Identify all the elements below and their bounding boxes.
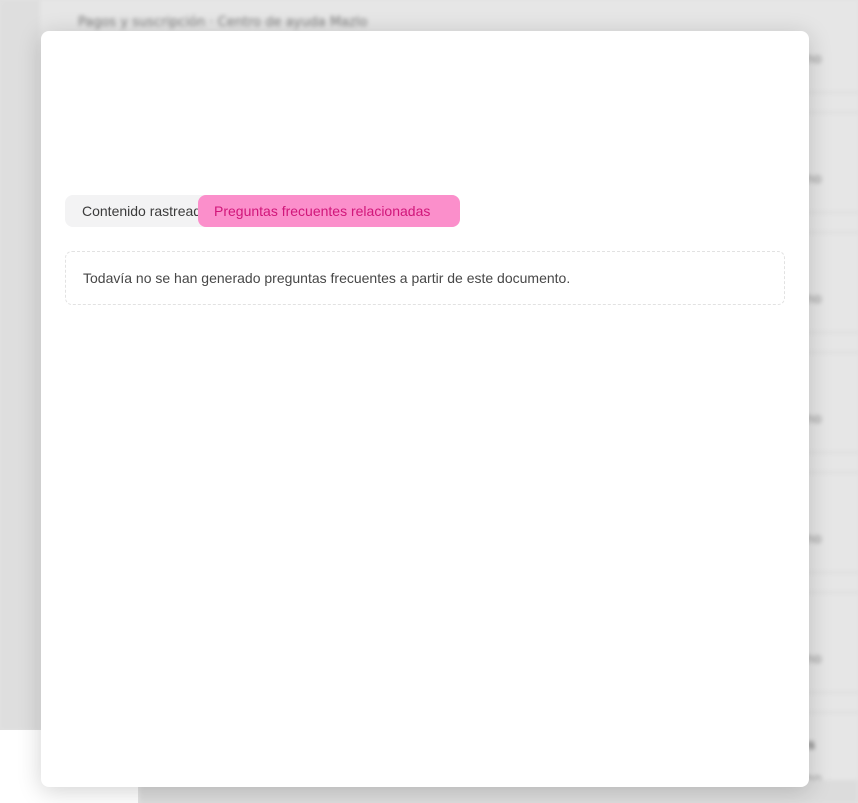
- tab-bar: Contenido rastreado Preguntas frecuentes…: [65, 195, 460, 227]
- tab-crawled-content[interactable]: Contenido rastreado: [65, 195, 209, 227]
- background-sidebar: [0, 0, 40, 730]
- tab-related-faqs[interactable]: Preguntas frecuentes relacionadas: [198, 195, 460, 227]
- empty-state-message: Todavía no se han generado preguntas fre…: [65, 251, 785, 305]
- document-detail-modal: Contenido rastreado Preguntas frecuentes…: [41, 31, 809, 787]
- background-breadcrumb: Pagos y suscripción · Centro de ayuda Ma…: [78, 15, 368, 30]
